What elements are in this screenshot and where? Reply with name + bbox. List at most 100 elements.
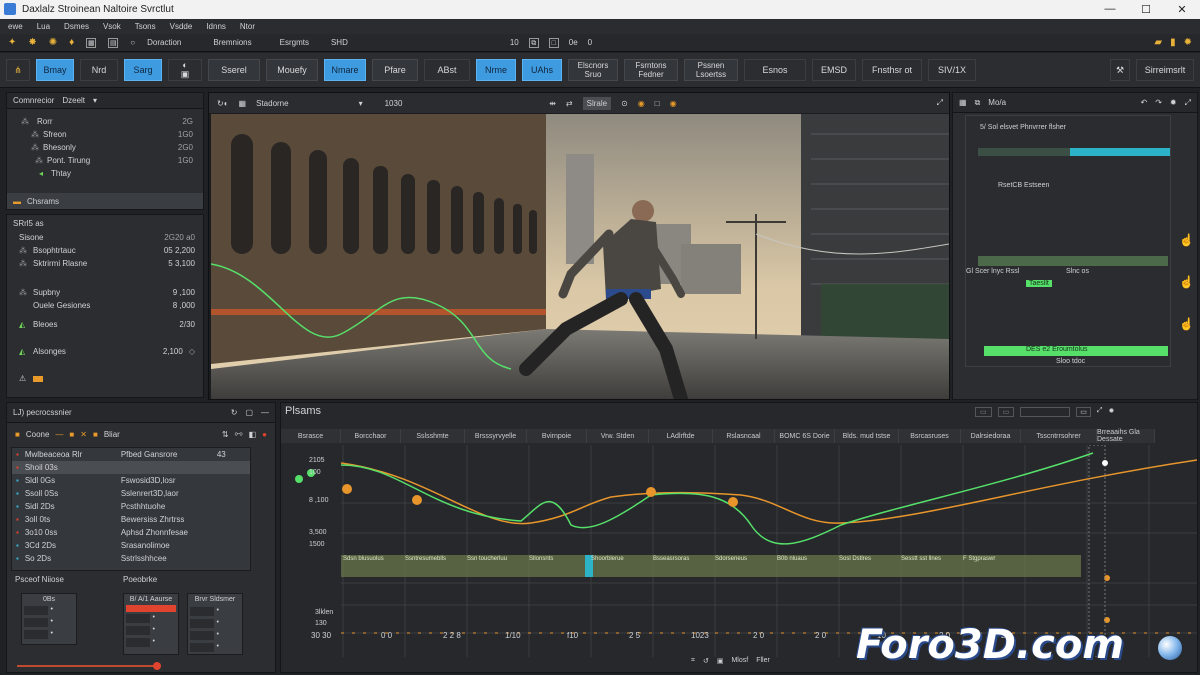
close-button[interactable]: ✕ (1164, 3, 1200, 16)
close-icon[interactable]: ✕ (80, 430, 87, 439)
orange-curve[interactable] (340, 459, 1197, 525)
forward-icon[interactable]: ↷ (1155, 98, 1162, 107)
tool-button[interactable]: Esnos (744, 59, 806, 81)
property-row[interactable]: ⁂ Bsophtrtauc 05 2,200 (19, 244, 195, 257)
outliner-selected-row[interactable]: ▬ Chsrams (7, 193, 203, 209)
tool-button[interactable]: ABst (424, 59, 470, 81)
column-header[interactable]: Brsssyrvyelle (465, 429, 527, 443)
record-toggle-icon[interactable]: ◐ ▣ (168, 59, 202, 81)
quick-right-item[interactable]: 0e (569, 38, 578, 48)
tool-button[interactable]: Sserel (208, 59, 260, 81)
menu-item[interactable]: Idnns (206, 22, 226, 31)
progress-slider[interactable] (17, 665, 157, 667)
sort-icon[interactable]: ⇅ (222, 430, 229, 439)
column-header[interactable]: Sslsshmte (401, 429, 465, 443)
circle-icon[interactable]: ○ (130, 38, 135, 47)
preset-cell[interactable] (24, 618, 48, 627)
settings-icon[interactable]: ✹ (1108, 407, 1114, 417)
outliner-item[interactable]: ⁂ Bhesonly 2G0 (21, 141, 193, 154)
tool-button[interactable]: Sirreimsrlt (1136, 59, 1194, 81)
property-row[interactable]: ◭ Bleoes 2/30 (19, 318, 195, 331)
film-icon[interactable]: ▦ (239, 99, 247, 108)
column-header[interactable]: LAdlrftde (649, 429, 713, 443)
hand-icon[interactable]: ☝ (1179, 275, 1194, 289)
column-header[interactable]: Tsscntrrsohrer (1021, 429, 1097, 443)
layers-icon[interactable]: ▤ (108, 37, 119, 48)
preset-grid[interactable]: Brvr Sldsmer • • • • (187, 593, 243, 655)
link-icon[interactable]: ⧟ (235, 429, 243, 439)
tool-button[interactable]: UAhs (522, 59, 562, 81)
refresh-icon[interactable]: ↻ (231, 408, 238, 417)
list-item[interactable]: ▪ 3Cd 2Ds Srasanolimoe (12, 539, 250, 552)
collapse-icon[interactable]: — (261, 408, 269, 417)
tab[interactable]: Coone (26, 430, 50, 439)
tag-icon[interactable]: ◧ (249, 430, 257, 439)
minimize-button[interactable]: — (1092, 3, 1128, 16)
column-header[interactable]: Vrw. Stden (587, 429, 649, 443)
preset-grid[interactable]: 0Bs • • • (21, 593, 77, 645)
eye-icon[interactable]: ⊙ (621, 99, 628, 108)
green-curve[interactable] (340, 452, 1094, 545)
key-icon[interactable]: ⌗ (691, 657, 695, 665)
list-item[interactable]: ▪ Sidl 2Ds Pcsthhtuohe (12, 500, 250, 513)
viewport-camera[interactable]: Stadorne (256, 99, 288, 108)
graph-control-button[interactable]: ▭ (975, 407, 992, 417)
viewport-zoom[interactable]: 1030 (385, 99, 403, 108)
property-row[interactable]: ⚠ (19, 372, 195, 385)
property-row[interactable]: Ouele Gesiones 8 ,000 (19, 299, 195, 312)
gem-icon[interactable]: ◇ (189, 347, 195, 356)
move-icon[interactable]: ⇹ (549, 99, 556, 108)
property-value[interactable]: 05 2,200 (164, 246, 195, 255)
viewport-mode[interactable]: Slrale (582, 96, 612, 110)
tool-button[interactable]: Elscnors Sruo (568, 59, 618, 81)
track-bar-active[interactable] (1070, 148, 1170, 156)
tool-button[interactable]: Nrd (80, 59, 118, 81)
property-value[interactable]: 2/30 (179, 320, 195, 329)
column-header[interactable]: Rslasncaal (713, 429, 775, 443)
window-icon[interactable]: □ (548, 37, 559, 48)
list-item[interactable]: ▪ Shoil 03s (12, 461, 250, 474)
keyframes[interactable] (342, 484, 1110, 623)
outliner-dropdown[interactable]: Dzeelt (62, 96, 85, 105)
graph-footer-item[interactable]: Fller (756, 657, 770, 665)
tool-button[interactable]: Nmare (324, 59, 366, 81)
preset-cell[interactable] (126, 614, 150, 623)
track-bar[interactable] (978, 256, 1168, 266)
expand-icon[interactable]: ⤢ (1097, 407, 1103, 417)
quick-right-item[interactable]: 10 (510, 38, 519, 48)
tab[interactable]: Bliar (104, 430, 120, 439)
star-icon[interactable]: ✦ (8, 37, 16, 48)
tool-button[interactable]: EMSD (812, 59, 856, 81)
column-header[interactable]: Brreaaihs Gla Dessate (1097, 429, 1155, 443)
property-value[interactable]: 2,100 (163, 347, 183, 356)
property-value[interactable]: 8 ,000 (173, 301, 195, 310)
copy-icon[interactable]: ⧉ (528, 37, 539, 48)
tool-button[interactable]: Fnsthsr ot (862, 59, 922, 81)
square-icon[interactable]: □ (655, 99, 660, 108)
back-icon[interactable]: ↶ (1140, 98, 1147, 107)
property-row[interactable]: ⁂ Supbny 9 ,100 (19, 286, 195, 299)
light-icon[interactable]: ◉ (638, 99, 645, 108)
bolt-icon[interactable]: ✺ (49, 37, 57, 48)
hand-icon[interactable]: ☝ (1179, 317, 1194, 331)
tool-button[interactable]: Sarg (124, 59, 162, 81)
outliner-item[interactable]: ⁂ Pont. Tirung 1G0 (21, 154, 193, 167)
column-header[interactable]: Bsrasce (281, 429, 341, 443)
maximize-icon[interactable]: ▢ (245, 408, 253, 417)
record-icon[interactable]: ● (262, 430, 267, 439)
scene-render[interactable] (211, 114, 949, 399)
chevron-down-icon[interactable]: ▾ (93, 96, 97, 105)
chevron-down-icon[interactable]: ▾ (359, 99, 363, 108)
range-handle[interactable] (1102, 460, 1108, 466)
list-item[interactable]: ▪ So 2Ds Sstrlsshhcee (12, 552, 250, 565)
graph-search-field[interactable] (1020, 407, 1071, 417)
list-item[interactable]: ▪ Sldl 0Gs Fswosid3D,losr (12, 474, 250, 487)
tool-button[interactable]: Fsrntons Fedner (624, 59, 678, 81)
grid-icon[interactable]: ▦ (86, 37, 97, 48)
tool-button[interactable]: Bmay (36, 59, 74, 81)
property-row[interactable]: ⁂ Sktrirmi Rlasne 5 3,100 (19, 257, 195, 270)
column-header[interactable]: Bvirnpoie (527, 429, 587, 443)
layers-icon[interactable]: ⧉ (975, 98, 981, 108)
preset-cell[interactable] (190, 643, 214, 652)
color-swatch[interactable] (33, 375, 43, 382)
